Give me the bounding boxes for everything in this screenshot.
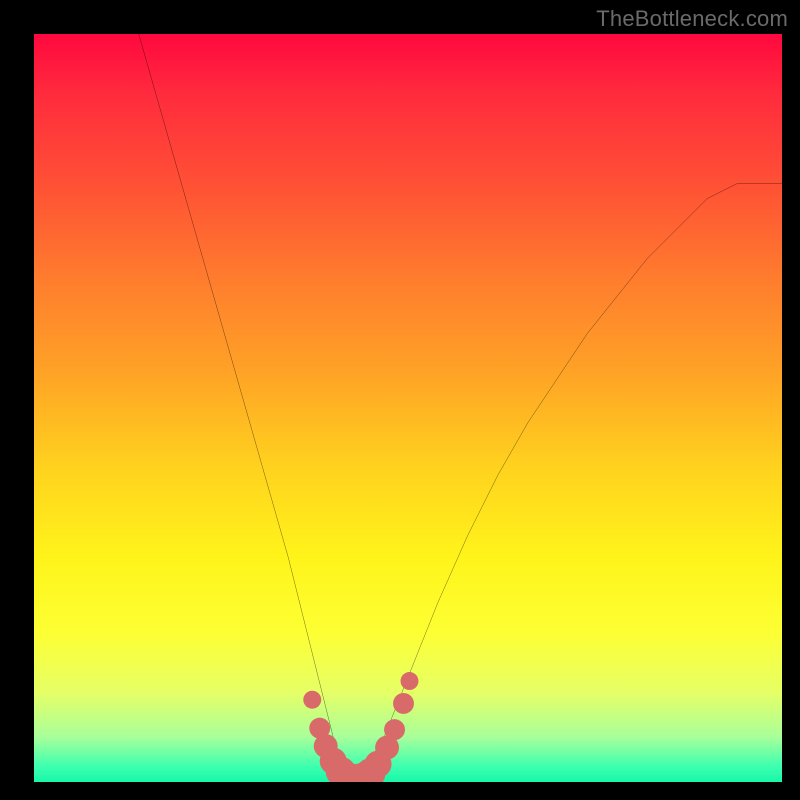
chart-frame: TheBottleneck.com [0,0,800,800]
bottleneck-curve [139,34,782,779]
chart-svg [34,34,782,782]
marker-dot [401,672,419,690]
highlight-dots [303,672,418,782]
marker-dot [384,719,405,740]
plot-area [34,34,782,782]
marker-dot [303,691,321,709]
watermark-text: TheBottleneck.com [596,6,788,32]
marker-dot [393,693,414,714]
